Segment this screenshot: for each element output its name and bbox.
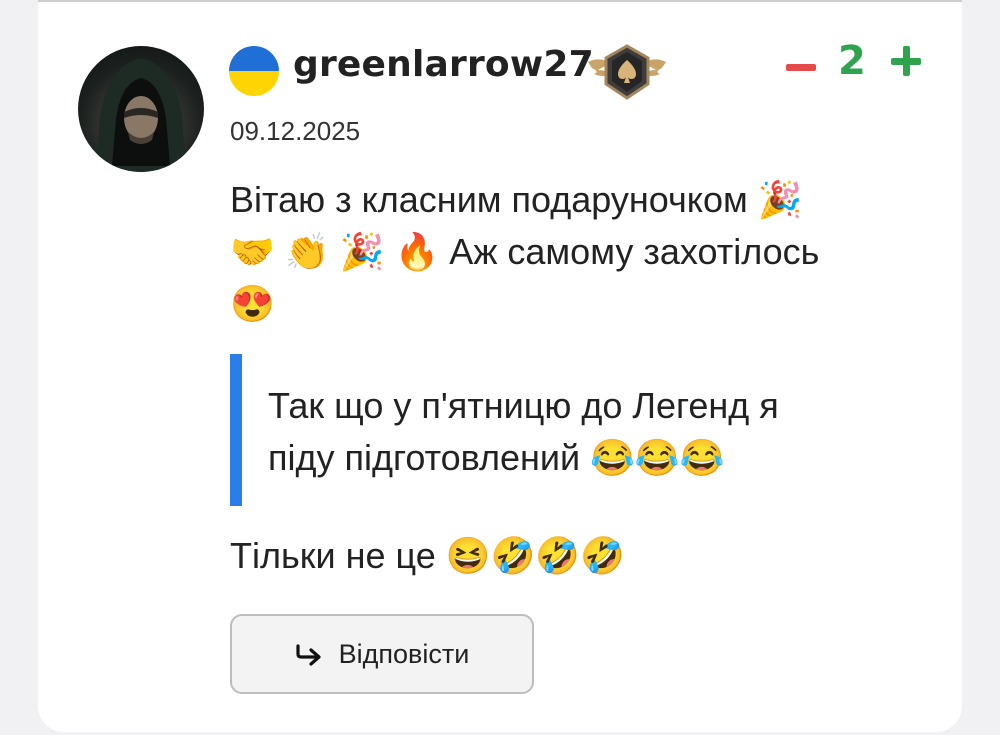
reply-button-label: Відповісти bbox=[338, 638, 470, 669]
message-line: Вітаю з класним подаруночком 🎉 bbox=[230, 179, 803, 220]
upvote-button[interactable] bbox=[891, 46, 921, 76]
spade-winged-badge-icon bbox=[584, 42, 670, 102]
comment-date: 09.12.2025 bbox=[230, 116, 361, 146]
comment-card: greenlarrow27 2 09.12.2025 Вітаю з класн… bbox=[38, 0, 962, 732]
comment-footer-text: Тільки не це 😆🤣🤣🤣 bbox=[230, 535, 626, 576]
comment-message: Вітаю з класним подаруночком 🎉 🤝 👏 🎉 🔥 А… bbox=[230, 174, 920, 330]
downvote-button[interactable] bbox=[786, 42, 816, 92]
reply-arrow-icon bbox=[296, 644, 321, 666]
vote-score: 2 bbox=[838, 38, 866, 84]
message-line: 😍 bbox=[230, 283, 275, 324]
minus-icon bbox=[786, 63, 816, 71]
quote-line: Так що у п'ятницю до Легенд я bbox=[268, 385, 779, 426]
quote-block: Так що у п'ятницю до Легенд я піду підго… bbox=[230, 354, 890, 506]
hooded-figure-avatar-image bbox=[96, 58, 186, 172]
reply-button[interactable]: Відповісти bbox=[230, 614, 534, 694]
username-link[interactable]: greenlarrow27 bbox=[293, 44, 594, 85]
quote-line: піду підготовлений 😂😂😂 bbox=[268, 437, 725, 478]
message-line: 🤝 👏 🎉 🔥 Аж самому захотілось bbox=[230, 231, 820, 272]
avatar[interactable] bbox=[78, 46, 204, 172]
ukraine-flag-icon bbox=[229, 46, 279, 96]
